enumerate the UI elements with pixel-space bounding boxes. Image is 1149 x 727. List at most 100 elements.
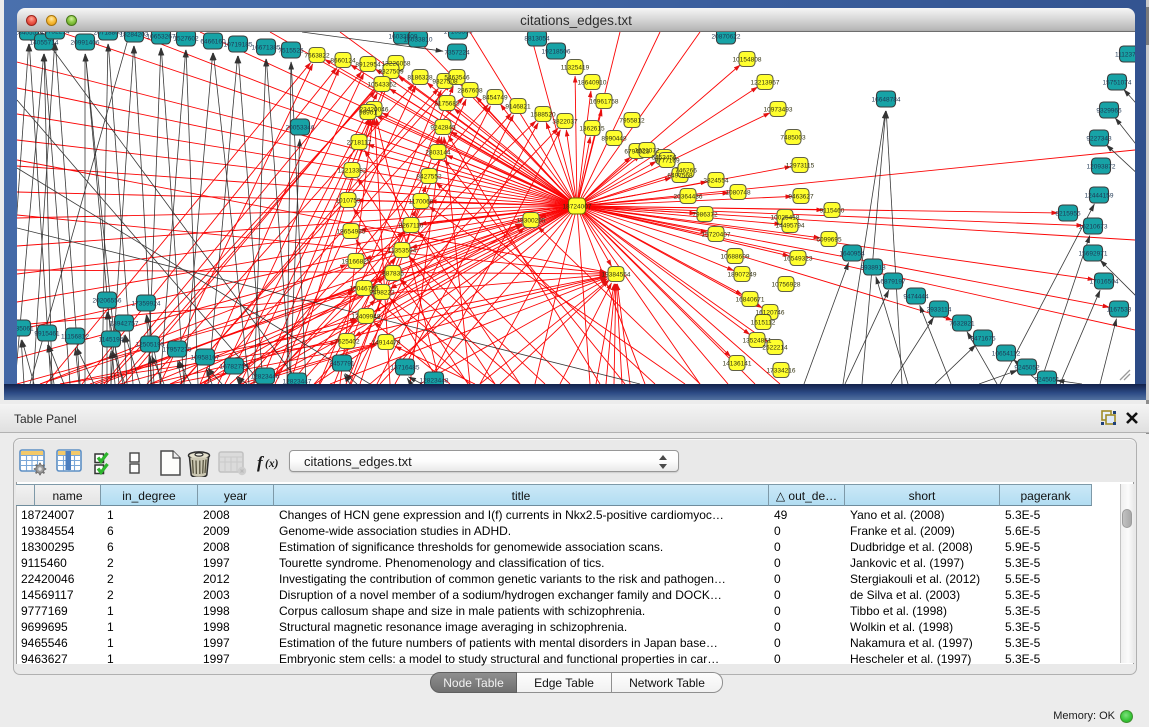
svg-text:7515526: 7515526 (278, 48, 304, 55)
svg-text:19752214: 19752214 (41, 32, 70, 36)
svg-text:10025418: 10025418 (771, 215, 800, 222)
svg-text:1167533: 1167533 (1107, 307, 1132, 314)
svg-text:11123744: 11123744 (1115, 52, 1135, 59)
svg-text:2867608: 2867608 (457, 88, 483, 95)
svg-text:3175685: 3175685 (434, 101, 460, 108)
svg-text:9242845: 9242845 (430, 125, 456, 132)
svg-text:1010755: 1010755 (335, 198, 361, 205)
svg-text:2933114: 2933114 (927, 307, 952, 314)
svg-text:12213382: 12213382 (338, 168, 367, 175)
svg-text:13716485: 13716485 (391, 365, 420, 372)
svg-text:12444159: 12444159 (1085, 193, 1114, 200)
svg-text:12823447: 12823447 (283, 379, 312, 385)
svg-text:18640910: 18640910 (578, 80, 607, 87)
svg-text:9329966: 9329966 (1096, 108, 1122, 115)
svg-text:8938918: 8938918 (860, 265, 886, 272)
svg-text:8215955: 8215955 (1055, 211, 1081, 218)
svg-text:10719185: 10719185 (224, 42, 253, 49)
svg-text:7357224: 7357224 (444, 50, 470, 57)
svg-text:7632821: 7632821 (949, 321, 975, 328)
svg-text:17359924: 17359924 (132, 301, 161, 308)
svg-text:1080748: 1080748 (725, 190, 751, 197)
svg-text:11353594: 11353594 (388, 248, 417, 255)
svg-text:11156812: 11156812 (61, 334, 89, 341)
svg-text:9777169: 9777169 (654, 158, 680, 165)
svg-text:1640954: 1640954 (839, 251, 865, 258)
svg-text:15720407: 15720407 (702, 232, 731, 239)
svg-text:20870622: 20870622 (712, 34, 741, 41)
svg-text:10543362: 10543362 (368, 82, 397, 89)
svg-text:746266: 746266 (675, 168, 697, 175)
svg-text:20718805: 20718805 (94, 32, 123, 37)
svg-text:1362615: 1362615 (579, 126, 605, 133)
svg-text:5463546: 5463546 (444, 75, 470, 82)
svg-text:9245051: 9245051 (1034, 377, 1060, 384)
svg-text:17105533: 17105533 (444, 32, 473, 36)
svg-text:8471675: 8471675 (970, 336, 996, 343)
svg-text:20053346: 20053346 (286, 125, 315, 132)
svg-text:16961758: 16961758 (590, 99, 619, 106)
svg-text:7485003: 7485003 (780, 135, 806, 142)
svg-text:8813054: 8813054 (524, 36, 550, 43)
svg-text:8912954: 8912954 (355, 62, 381, 69)
svg-text:10958167: 10958167 (191, 355, 220, 362)
svg-text:8660124: 8660124 (330, 58, 356, 65)
svg-text:14055714: 14055714 (30, 40, 59, 47)
svg-text:3935061: 3935061 (17, 326, 34, 333)
svg-text:1621072: 1621072 (634, 148, 660, 155)
svg-text:8186328: 8186328 (407, 75, 433, 82)
svg-text:1170068: 1170068 (409, 199, 434, 206)
svg-text:12409948: 12409948 (352, 314, 381, 321)
svg-text:2718117: 2718117 (347, 140, 372, 147)
svg-text:9245052: 9245052 (1014, 365, 1040, 372)
svg-text:14914479: 14914479 (372, 340, 401, 347)
svg-text:17016504: 17016504 (1090, 279, 1119, 286)
svg-text:9915461: 9915461 (34, 331, 60, 338)
svg-text:9474444: 9474444 (903, 294, 929, 301)
svg-text:18724007: 18724007 (563, 204, 592, 211)
svg-text:14495794: 14495794 (776, 223, 805, 230)
svg-text:8990448: 8990448 (601, 136, 627, 143)
svg-text:16671385: 16671385 (252, 45, 281, 52)
svg-text:10688609: 10688609 (721, 254, 750, 261)
svg-text:16120746: 16120746 (756, 310, 785, 317)
svg-text:15751074: 15751074 (1103, 80, 1132, 87)
svg-text:3824554: 3824554 (703, 178, 729, 185)
svg-text:14136141: 14136141 (723, 361, 752, 368)
svg-text:20364436: 20364436 (674, 194, 703, 201)
svg-text:9498222: 9498222 (369, 290, 395, 297)
svg-text:12505195: 12505195 (136, 342, 165, 349)
svg-text:10756928: 10756928 (772, 282, 801, 289)
svg-text:17334216: 17334216 (767, 368, 796, 375)
svg-text:19300295: 19300295 (517, 218, 546, 225)
svg-text:6879197: 6879197 (880, 279, 906, 286)
svg-text:15692971: 15692971 (1079, 251, 1108, 258)
svg-text:16840671: 16840671 (736, 297, 765, 304)
svg-text:11325419: 11325419 (561, 65, 590, 72)
svg-text:8454749: 8454749 (482, 95, 508, 102)
svg-text:10154808: 10154808 (733, 57, 762, 64)
svg-text:12213967: 12213967 (751, 80, 780, 87)
svg-text:16210673: 16210673 (1079, 224, 1108, 231)
svg-text:10973493: 10973493 (764, 107, 793, 114)
svg-text:1145194: 1145194 (99, 337, 124, 344)
svg-text:17957275: 17957275 (163, 347, 192, 354)
svg-text:12093872: 12093872 (1087, 164, 1116, 171)
svg-text:(x): (x) (265, 458, 279, 470)
svg-text:16033810: 16033810 (404, 37, 433, 44)
svg-text:19654985: 19654985 (337, 229, 366, 236)
svg-text:7986372: 7986372 (692, 212, 718, 219)
svg-text:19218506: 19218506 (542, 49, 571, 56)
svg-text:7955812: 7955812 (619, 118, 645, 125)
svg-text:20206556: 20206556 (93, 298, 122, 305)
svg-text:1615112: 1615112 (751, 320, 776, 327)
svg-text:7625402: 7625402 (334, 339, 360, 346)
svg-text:19166825: 19166825 (342, 259, 371, 266)
svg-text:9115460: 9115460 (820, 208, 845, 215)
svg-text:13524851: 13524851 (743, 338, 772, 345)
svg-text:887835: 887835 (382, 271, 404, 278)
svg-text:8427552: 8427552 (416, 174, 442, 181)
svg-text:12823448: 12823448 (420, 378, 449, 385)
svg-text:10653267: 10653267 (147, 34, 176, 41)
svg-text:12973115: 12973115 (786, 163, 815, 170)
